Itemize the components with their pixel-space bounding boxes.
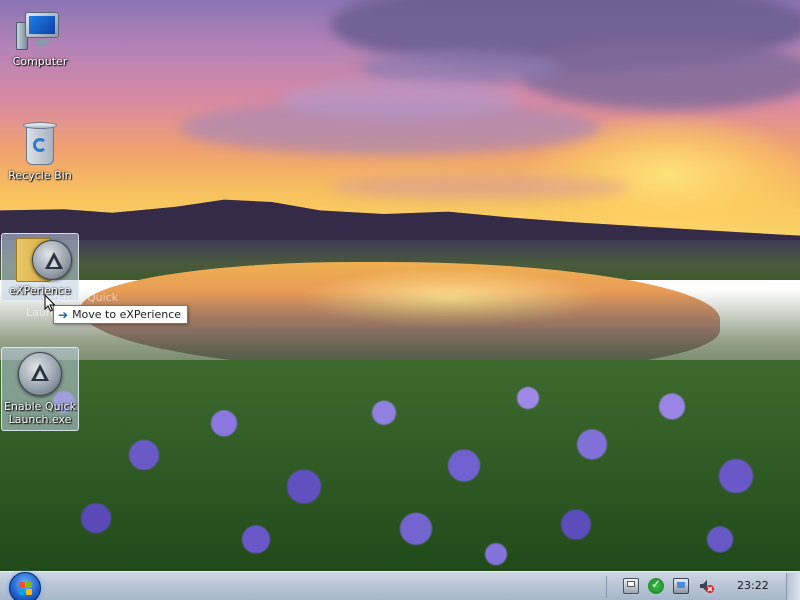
show-desktop-button[interactable]: [786, 573, 800, 600]
taskbar: ✓ 23:22: [0, 571, 800, 600]
experience-app-icon: [32, 240, 72, 280]
computer-icon: [16, 12, 64, 52]
desktop-icon-label: Computer: [12, 55, 68, 68]
volume-muted-icon[interactable]: [698, 578, 714, 594]
shield-check-icon[interactable]: ✓: [648, 577, 664, 594]
mouse-cursor-icon: [44, 294, 56, 312]
tooltip-text: Move to eXPerience: [72, 308, 182, 321]
wallpaper-flower-meadow: [0, 360, 800, 571]
app-icon: [18, 352, 62, 396]
arrow-right-icon: ➔: [58, 307, 69, 322]
desktop-icon-experience-folder[interactable]: eXPerience Enable Quick Laun: [1, 233, 118, 319]
drag-tooltip: ➔ Move to eXPerience: [53, 305, 189, 324]
desktop-icon-label: Enable Quick: [3, 400, 77, 413]
printer-icon[interactable]: [623, 578, 639, 594]
desktop-icon-label: Launch.exe: [8, 413, 72, 426]
desktop-icon-enable-quick-launch[interactable]: Enable Quick Launch.exe: [1, 347, 79, 431]
start-button[interactable]: [9, 572, 41, 600]
network-icon[interactable]: [673, 578, 689, 594]
recycle-bin-icon: [23, 122, 57, 166]
drag-ghost-label: Enable Quick: [46, 291, 119, 304]
desktop-icon-recycle-bin[interactable]: Recycle Bin: [1, 118, 79, 182]
desktop-icon-computer[interactable]: Computer: [1, 6, 79, 68]
system-tray: ✓: [623, 577, 723, 594]
taskbar-clock[interactable]: 23:22: [737, 579, 769, 592]
desktop-wallpaper: [0, 0, 800, 571]
windows-orb-icon: [19, 582, 33, 596]
desktop-icon-label: Recycle Bin: [8, 169, 72, 182]
